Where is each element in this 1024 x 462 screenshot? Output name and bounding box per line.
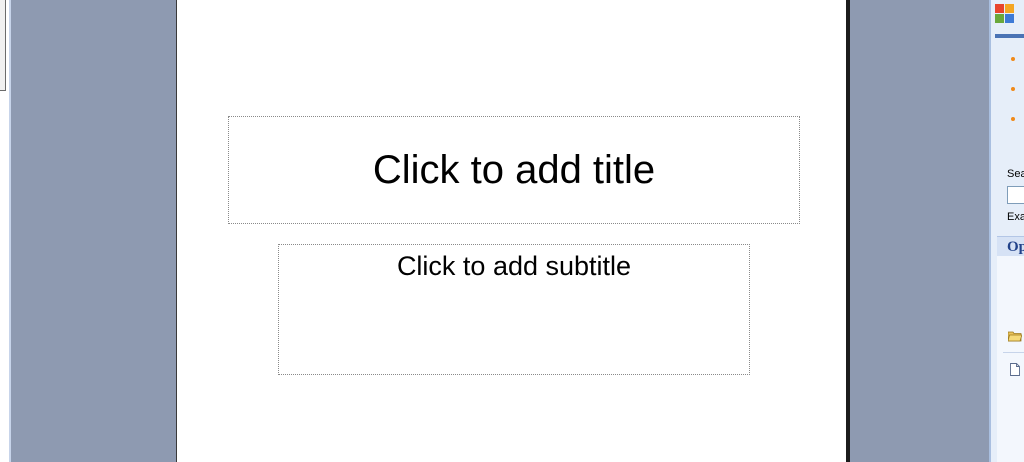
getting-started-task-pane: Sea Exa Op [989,0,1024,462]
slide-thumbnail[interactable] [0,0,6,91]
folder-open-icon[interactable] [1008,331,1022,342]
bullet-icon [1011,57,1015,61]
title-placeholder[interactable]: Click to add title [228,116,800,224]
open-section-body [997,256,1024,462]
title-placeholder-text: Click to add title [372,147,656,192]
powerpoint-window: Click to add title Click to add subtitle… [0,0,1024,462]
bullet-icon [1011,117,1015,121]
pane-divider [1003,352,1024,353]
open-section-header: Op [997,236,1024,256]
search-label: Sea [1007,168,1024,180]
office-logo-icon [995,4,1017,28]
slide-canvas: Click to add title Click to add subtitle [176,0,850,462]
slides-thumbnail-pane [0,0,11,462]
pane-header-rule [995,34,1024,38]
new-document-icon[interactable] [1010,363,1020,376]
subtitle-placeholder-text: Click to add subtitle [396,251,632,281]
bullet-icon [1011,87,1015,91]
subtitle-placeholder[interactable]: Click to add subtitle [278,244,750,375]
slide-workspace: Click to add title Click to add subtitle [11,0,989,462]
search-input[interactable] [1007,186,1024,204]
example-label: Exa [1007,211,1024,223]
